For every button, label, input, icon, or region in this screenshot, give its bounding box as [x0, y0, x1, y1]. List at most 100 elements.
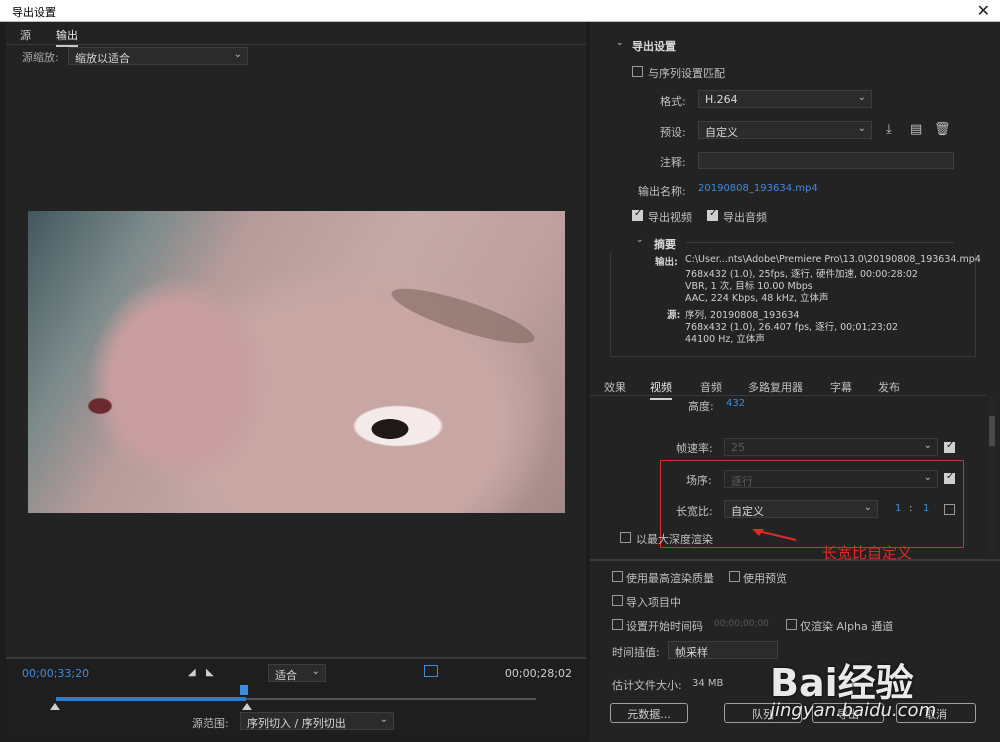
chevron-down-icon[interactable]: ⌄: [616, 38, 624, 48]
playhead[interactable]: [240, 685, 248, 695]
in-point-handle[interactable]: [50, 703, 60, 710]
fit-dropdown[interactable]: 适合 ⌄: [268, 664, 326, 682]
interp-value: 帧采样: [675, 646, 708, 659]
tab-audio[interactable]: 音频: [700, 379, 722, 395]
output-name-link[interactable]: 20190808_193634.mp4: [698, 183, 818, 194]
watermark-url: jingyan.baidu.com: [770, 700, 937, 721]
max-depth-label: 以最大深度渲染: [636, 533, 713, 546]
close-icon[interactable]: ✕: [977, 1, 990, 20]
tab-effects[interactable]: 效果: [604, 379, 626, 395]
title-bar: 导出设置 ✕: [0, 0, 1000, 22]
chevron-down-icon: ⌄: [311, 666, 320, 677]
source-range-label: 源范围:: [192, 717, 229, 730]
video-scrollbar[interactable]: [988, 396, 996, 556]
annotation-arrow-icon: [752, 529, 797, 541]
aspect-denominator[interactable]: 1: [923, 503, 929, 514]
summary-output-line: C:\User...nts\Adobe\Premiere Pro\13.0\20…: [685, 254, 981, 265]
height-value[interactable]: 432: [726, 398, 745, 409]
preview-frame-detail: [387, 278, 539, 354]
import-preset-icon[interactable]: ▤: [910, 122, 922, 137]
zoom-row: 源缩放: 缩放以适合 ⌄: [6, 46, 586, 66]
framerate-label: 帧速率:: [676, 442, 713, 455]
video-preview: [28, 211, 565, 513]
start-timecode-value: 00;00;00;00: [714, 619, 769, 629]
fit-frame-icon[interactable]: [424, 665, 438, 677]
save-preset-icon[interactable]: ⤓: [886, 122, 892, 137]
aspect-label: 长宽比:: [676, 505, 713, 518]
chevron-down-icon: ⌄: [923, 440, 932, 451]
aspect-value: 自定义: [731, 505, 764, 518]
chevron-down-icon: ⌄: [857, 92, 866, 103]
duration-timecode: 00;00;28;02: [504, 667, 572, 680]
chevron-down-icon: ⌄: [857, 123, 866, 134]
tab-captions[interactable]: 字幕: [830, 379, 852, 395]
start-timecode-label: 设置开始时间码: [626, 620, 703, 633]
framerate-match-checkbox[interactable]: [944, 440, 955, 453]
tab-video[interactable]: 视频: [650, 379, 672, 400]
tab-source[interactable]: 源: [20, 27, 31, 43]
source-range-dropdown[interactable]: 序列切入 / 序列切出 ⌄: [240, 712, 394, 730]
framerate-dropdown[interactable]: 25 ⌄: [724, 438, 938, 456]
import-project-label: 导入项目中: [626, 596, 681, 609]
annotation-text: 长宽比自定义: [822, 544, 913, 562]
current-timecode[interactable]: 00;00;33;20: [22, 667, 89, 680]
tab-publish[interactable]: 发布: [878, 379, 900, 395]
filesize-label: 估计文件大小:: [612, 679, 682, 692]
settings-panel: ⌄ 导出设置 与序列设置匹配 格式: H.264 ⌄ 预设: 自定义 ⌄ ⤓ ▤…: [590, 22, 1000, 742]
match-sequence-checkbox[interactable]: [632, 66, 643, 77]
window-title: 导出设置: [12, 6, 56, 19]
chevron-down-icon: ⌄: [863, 502, 872, 513]
field-order-value: 逐行: [731, 475, 753, 488]
export-audio-checkbox[interactable]: [707, 208, 718, 221]
field-order-match-checkbox[interactable]: [944, 471, 955, 484]
interp-label: 时间插值:: [612, 646, 660, 659]
export-video-checkbox[interactable]: [632, 208, 643, 221]
export-audio-label: 导出音频: [723, 211, 767, 224]
format-dropdown[interactable]: H.264 ⌄: [698, 90, 872, 108]
aspect-dropdown[interactable]: 自定义 ⌄: [724, 500, 878, 518]
zoom-dropdown[interactable]: 缩放以适合 ⌄: [68, 47, 248, 65]
scroll-thumb[interactable]: [989, 416, 995, 446]
out-point-handle[interactable]: [242, 703, 252, 710]
source-output-tabs: 源 输出: [6, 22, 586, 47]
mark-out-icon[interactable]: ◣: [206, 667, 214, 678]
mark-in-icon[interactable]: ◢: [188, 667, 196, 678]
delete-preset-icon[interactable]: 🗑: [934, 122, 951, 137]
export-settings-header: 导出设置: [632, 40, 676, 53]
import-project-checkbox[interactable]: [612, 595, 623, 606]
comment-input[interactable]: [698, 152, 954, 169]
summary-box: 输出: C:\User...nts\Adobe\Premiere Pro\13.…: [610, 252, 981, 357]
fit-value: 适合: [275, 669, 297, 682]
max-depth-checkbox[interactable]: [620, 532, 631, 543]
zoom-label: 源缩放:: [22, 51, 59, 64]
match-sequence-label: 与序列设置匹配: [648, 67, 725, 80]
field-order-dropdown[interactable]: 逐行 ⌄: [724, 470, 938, 488]
divider: [686, 242, 954, 243]
timeline-range: [56, 697, 246, 701]
height-label: 高度:: [688, 400, 714, 413]
chevron-down-icon: ⌄: [923, 472, 932, 483]
timeline-bar: 00;00;33;20 ◢ ◣ 适合 ⌄ 00;00;28;02 源范围: 序列…: [6, 657, 586, 735]
summary-output-line: AAC, 224 Kbps, 48 kHz, 立体声: [685, 293, 829, 304]
metadata-button[interactable]: 元数据...: [610, 703, 688, 723]
field-order-label: 场序:: [686, 474, 712, 487]
use-preview-checkbox[interactable]: [729, 571, 740, 582]
aspect-match-checkbox[interactable]: [944, 504, 955, 515]
alpha-only-checkbox[interactable]: [786, 619, 797, 630]
format-label: 格式:: [660, 95, 686, 108]
chevron-down-icon: ⌄: [379, 714, 388, 725]
chevron-down-icon[interactable]: ⌄: [636, 235, 644, 245]
tab-output[interactable]: 输出: [56, 27, 78, 47]
preset-dropdown[interactable]: 自定义 ⌄: [698, 121, 872, 139]
summary-output-label: 输出:: [655, 257, 678, 268]
preset-value: 自定义: [705, 126, 738, 139]
settings-tabs: 效果 视频 音频 多路复用器 字幕 发布: [590, 374, 986, 400]
aspect-numerator[interactable]: 1: [895, 503, 901, 514]
source-range-value: 序列切入 / 序列切出: [247, 717, 346, 730]
output-name-label: 输出名称:: [638, 185, 686, 198]
alpha-only-label: 仅渲染 Alpha 通道: [800, 620, 894, 633]
summary-source-label: 源:: [667, 310, 681, 321]
max-quality-checkbox[interactable]: [612, 571, 623, 582]
start-timecode-checkbox[interactable]: [612, 619, 623, 630]
tab-multiplexer[interactable]: 多路复用器: [748, 379, 803, 395]
